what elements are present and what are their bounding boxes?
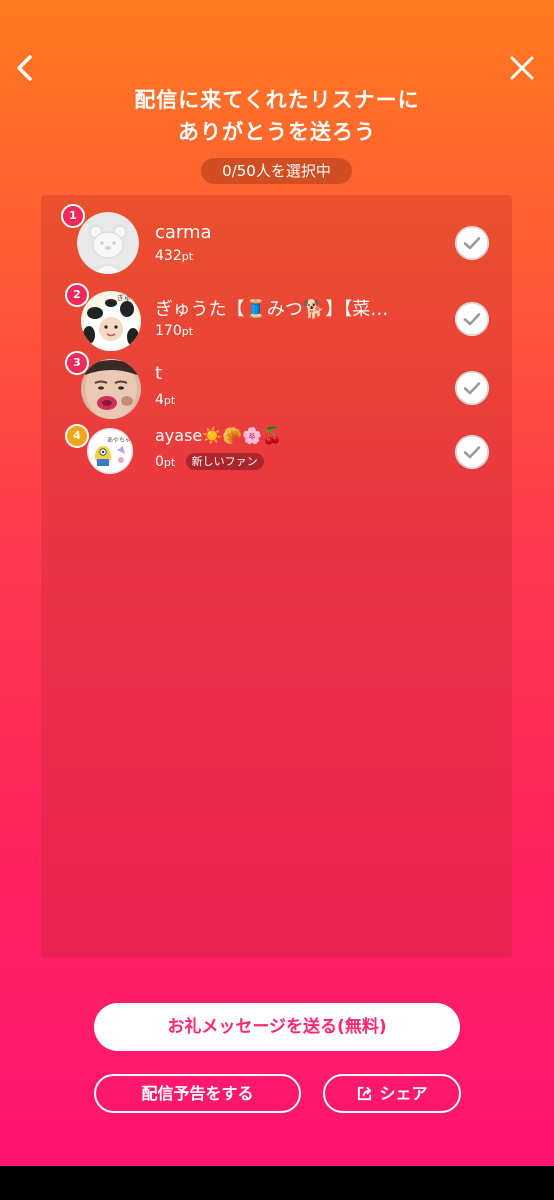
avatar[interactable]: ぎゅう 2 (65, 283, 141, 351)
listener-row[interactable]: あやちゃ 4 ayase☀️🥐🌸🍒 0pt 新しいファン (41, 424, 512, 498)
sticker-avatar: あやちゃ (87, 428, 133, 474)
share-button[interactable]: シェア (323, 1074, 461, 1113)
send-thanks-button[interactable]: お礼メッセージを送る(無料) (94, 1003, 460, 1051)
close-button[interactable] (502, 48, 542, 88)
title-line-1: 配信に来てくれたリスナーに (134, 88, 420, 112)
svg-text:あやちゃ: あやちゃ (107, 436, 131, 444)
avatar[interactable]: あやちゃ 4 (65, 424, 133, 474)
points-value: 432 (155, 248, 182, 264)
announce-stream-button[interactable]: 配信予告をする (94, 1074, 301, 1113)
share-icon (358, 1086, 372, 1101)
system-navigation-bar (0, 1166, 554, 1200)
new-fan-badge: 新しいファン (185, 453, 264, 470)
svg-text:ぎゅう: ぎゅう (117, 293, 138, 302)
listener-row[interactable]: ぎゅう 2 ぎゅうた【🧵みつ🐕】【菜… 170pt (41, 283, 512, 358)
listener-points: 4pt (155, 392, 175, 408)
check-icon (455, 302, 489, 336)
rank-badge: 2 (65, 283, 89, 307)
select-checkbox[interactable] (455, 302, 489, 336)
select-checkbox[interactable] (455, 435, 489, 469)
thanks-listeners-screen: 配信に来てくれたリスナーに ありがとうを送ろう 0/50人を選択中 1 carm… (0, 0, 554, 1200)
listener-name: ayase☀️🥐🌸🍒 (155, 426, 282, 445)
listener-list: 1 carma 432pt ぎゅう 2 ぎゅうた【🧵みつ🐕】【菜… 170pt … (41, 195, 512, 958)
check-icon (455, 371, 489, 405)
back-button[interactable] (6, 48, 46, 88)
cow-costume-avatar: ぎゅう (81, 291, 141, 351)
share-label: シェア (379, 1084, 428, 1103)
check-icon (455, 226, 489, 260)
face-photo-avatar (81, 359, 141, 419)
page-title: 配信に来てくれたリスナーに ありがとうを送ろう (0, 84, 554, 148)
points-unit: pt (163, 394, 176, 407)
points-value: 170 (155, 323, 182, 339)
title-line-2: ありがとうを送ろう (178, 120, 376, 144)
bear-placeholder-icon (77, 212, 139, 274)
points-unit: pt (181, 250, 194, 263)
selection-count-badge: 0/50人を選択中 (201, 158, 352, 184)
rank-badge: 3 (65, 351, 89, 375)
check-icon (455, 435, 489, 469)
points-unit: pt (163, 456, 176, 469)
select-checkbox[interactable] (455, 226, 489, 260)
listener-points: 432pt (155, 248, 193, 264)
points-value: 4 (155, 392, 164, 408)
listener-name: t (155, 363, 163, 384)
close-icon (510, 56, 534, 80)
listener-name: carma (155, 222, 212, 243)
avatar[interactable]: 1 (61, 204, 139, 274)
rank-badge: 1 (61, 204, 85, 228)
points-value: 0 (155, 454, 164, 470)
chevron-left-icon (17, 55, 32, 81)
listener-points: 0pt 新しいファン (155, 453, 264, 470)
rank-badge: 4 (65, 424, 89, 448)
select-checkbox[interactable] (455, 371, 489, 405)
listener-name: ぎゅうた【🧵みつ🐕】【菜… (155, 299, 389, 320)
listener-row[interactable]: 3 t 4pt (41, 351, 512, 428)
avatar[interactable]: 3 (65, 351, 141, 419)
listener-row[interactable]: 1 carma 432pt (41, 204, 512, 280)
listener-points: 170pt (155, 323, 193, 339)
points-unit: pt (181, 325, 194, 338)
